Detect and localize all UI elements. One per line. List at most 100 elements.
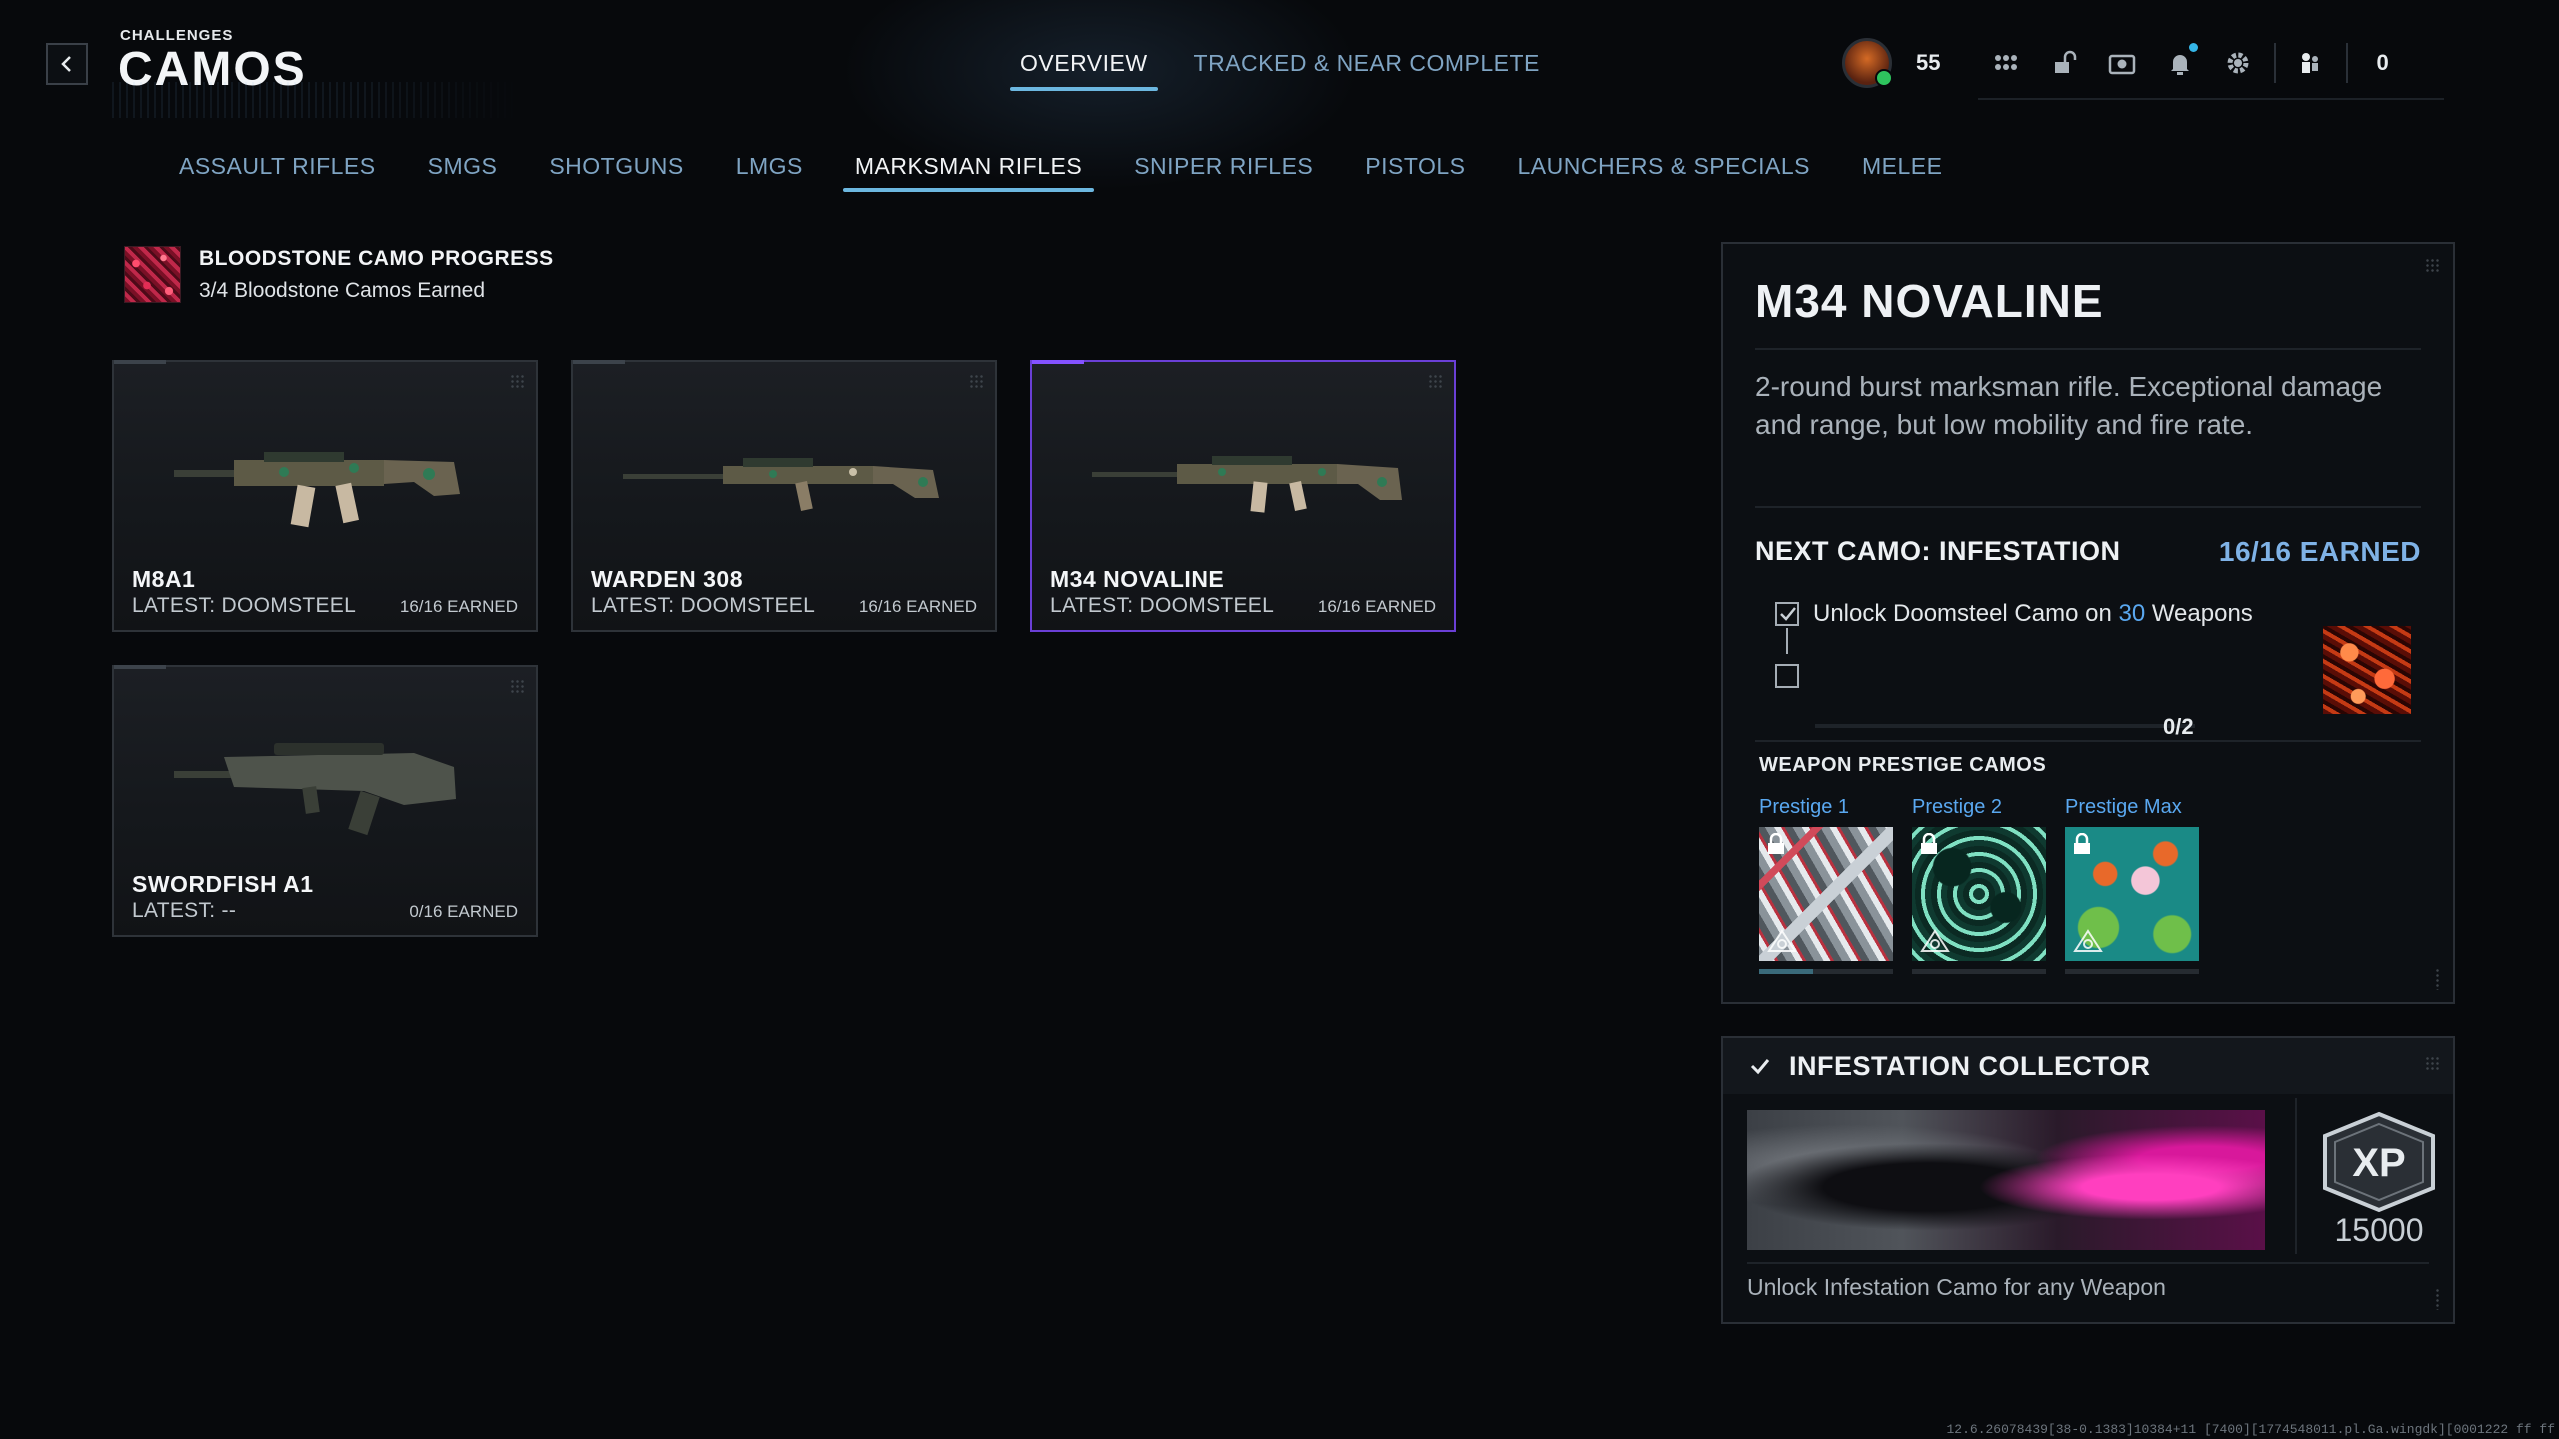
- next-camo-label: NEXT CAMO: INFESTATION: [1755, 536, 2121, 566]
- weapon-card-m34-novaline[interactable]: M34 NOVALINE LATEST: DOOMSTEEL 16/16 EAR…: [1030, 360, 1456, 632]
- tab-pistols[interactable]: PISTOLS: [1365, 153, 1465, 192]
- prestige-progress: [1759, 969, 1893, 974]
- weapon-earned: 16/16 EARNED: [858, 597, 977, 616]
- hud-bar: 55 0: [1842, 33, 2389, 93]
- card-tab: [114, 360, 166, 364]
- progress-subtitle: 3/4 Bloodstone Camos Earned: [199, 278, 486, 302]
- collector-title: INFESTATION COLLECTOR: [1789, 1050, 2151, 1081]
- prestige-2-camo[interactable]: Prestige 2: [1912, 796, 2046, 974]
- divider: [1755, 740, 2421, 742]
- build-id: 12.6.26078439[38-0.1383]10384+11 [7400][…: [1946, 1422, 2556, 1437]
- bloodstone-camo-swatch: [124, 246, 181, 303]
- resize-grip-icon: [2435, 1288, 2441, 1310]
- weapon-latest-camo: LATEST: DOOMSTEEL: [132, 594, 357, 617]
- divider: [1755, 506, 2421, 508]
- weapon-latest-camo: LATEST: DOOMSTEEL: [591, 594, 816, 617]
- challenge-checkbox-2: [1775, 664, 1799, 688]
- unlock-icon[interactable]: [2048, 47, 2080, 79]
- infestation-camo-thumbnail: [2323, 626, 2411, 714]
- prestige-max-swatch: [2065, 827, 2199, 961]
- notification-dot: [2189, 43, 2199, 52]
- apps-grid-icon[interactable]: [1990, 47, 2022, 79]
- next-camo-earned: 16/16 EARNED: [2218, 536, 2421, 567]
- card-tab: [573, 360, 625, 364]
- tab-sniper-rifles[interactable]: SNIPER RIFLES: [1134, 153, 1313, 192]
- prestige-2-swatch: [1912, 827, 2046, 961]
- grip-icon: [2425, 258, 2439, 272]
- grip-icon: [510, 679, 524, 693]
- camera-icon[interactable]: [2106, 47, 2138, 79]
- title-glitch-decoration: [112, 82, 522, 118]
- prestige-label: Prestige 2: [1912, 796, 2003, 818]
- prestige-progress: [2065, 969, 2199, 974]
- tab-tracked[interactable]: TRACKED & NEAR COMPLETE: [1194, 50, 1540, 91]
- weapon-latest-camo: LATEST: --: [132, 899, 237, 922]
- gear-icon[interactable]: [2222, 47, 2254, 79]
- collector-panel: INFESTATION COLLECTOR XP 15000 Unlock In…: [1721, 1036, 2455, 1324]
- progress-title: BLOODSTONE CAMO PROGRESS: [199, 246, 554, 270]
- hud-separator-2: [2346, 43, 2349, 83]
- detail-title: M34 NOVALINE: [1755, 275, 2104, 327]
- weapon-earned: 16/16 EARNED: [1317, 597, 1436, 616]
- grip-icon: [969, 374, 983, 388]
- rifle-icon: [623, 458, 939, 511]
- prestige-progress-fill: [1759, 969, 1813, 974]
- detail-description: 2-round burst marksman rifle. Exceptiona…: [1755, 371, 2383, 440]
- grip-icon: [510, 374, 524, 388]
- tab-smgs[interactable]: SMGS: [428, 153, 498, 192]
- tab-launchers-specials[interactable]: LAUNCHERS & SPECIALS: [1517, 153, 1809, 192]
- prestige-max-camo[interactable]: Prestige Max: [2065, 796, 2199, 974]
- chevron-left-icon: [61, 56, 71, 72]
- weapon-latest-camo: LATEST: DOOMSTEEL: [1050, 594, 1275, 617]
- prestige-camos: Prestige 1 Prestige 2 Prestige Max: [1759, 796, 2199, 974]
- divider: [2295, 1098, 2297, 1254]
- back-button[interactable]: [46, 43, 88, 85]
- prestige-label: Prestige Max: [2065, 796, 2182, 818]
- tab-melee[interactable]: MELEE: [1862, 153, 1942, 192]
- infestation-collector-artwork: [1747, 1110, 2265, 1250]
- prestige-title: WEAPON PRESTIGE CAMOS: [1759, 754, 2047, 776]
- grip-icon: [1428, 374, 1442, 388]
- hud-separator: [2274, 43, 2277, 83]
- tab-overview[interactable]: OVERVIEW: [1010, 50, 1158, 91]
- top-tabs: OVERVIEW TRACKED & NEAR COMPLETE: [1010, 50, 1540, 91]
- lock-icon: [1921, 833, 1937, 854]
- grip-icon: [2425, 1056, 2439, 1070]
- weapon-card-warden-308[interactable]: WARDEN 308 LATEST: DOOMSTEEL 16/16 EARNE…: [571, 360, 997, 632]
- tab-lmgs[interactable]: LMGS: [736, 153, 803, 192]
- hud-underline: [1978, 98, 2444, 100]
- xp-badge-label: XP: [2352, 1141, 2405, 1185]
- rifle-icon: [174, 743, 456, 836]
- weapon-earned: 16/16 EARNED: [399, 597, 518, 616]
- xp-badge-icon: XP: [2323, 1111, 2435, 1213]
- prestige-1-swatch: [1759, 827, 1893, 961]
- prestige-1-camo[interactable]: Prestige 1: [1759, 796, 1893, 974]
- rifle-icon: [174, 452, 460, 528]
- tab-shotguns[interactable]: SHOTGUNS: [549, 153, 683, 192]
- challenge-row: Unlock Doomsteel Camo on 30 Weapons: [1775, 600, 2253, 628]
- lock-icon: [2074, 833, 2090, 854]
- tab-marksman-rifles[interactable]: MARKSMAN RIFLES: [842, 153, 1095, 192]
- squad-icon[interactable]: [2294, 47, 2326, 79]
- xp-reward-value: 15000: [2334, 1212, 2424, 1248]
- collector-header: INFESTATION COLLECTOR: [1723, 1038, 2453, 1094]
- card-tab: [114, 665, 166, 669]
- weapon-name: SWORDFISH A1: [132, 871, 314, 897]
- bell-icon[interactable]: [2164, 43, 2199, 79]
- player-level: 55: [1916, 50, 1941, 75]
- weapon-earned: 0/16 EARNED: [409, 902, 518, 921]
- bloodstone-progress: BLOODSTONE CAMO PROGRESS 3/4 Bloodstone …: [124, 246, 554, 303]
- resize-grip-icon: [2435, 968, 2441, 990]
- weapon-card-swordfish-a1[interactable]: SWORDFISH A1 LATEST: -- 0/16 EARNED: [112, 665, 538, 937]
- currency-count: 0: [2376, 50, 2389, 75]
- tab-assault-rifles[interactable]: ASSAULT RIFLES: [179, 153, 376, 192]
- prestige-label: Prestige 1: [1759, 796, 1850, 818]
- avatar[interactable]: [1842, 38, 1893, 88]
- check-icon: [1750, 1059, 1770, 1075]
- challenge-progress-label: 0/2: [2163, 714, 2194, 739]
- challenge-text: Unlock Doomsteel Camo on 30 Weapons: [1813, 600, 2253, 628]
- weapon-card-m8a1[interactable]: M8A1 LATEST: DOOMSTEEL 16/16 EARNED: [112, 360, 538, 632]
- prestige-emblem-icon: [2073, 929, 2103, 952]
- challenge-count: 30: [2118, 600, 2146, 627]
- card-tab: [1032, 360, 1084, 364]
